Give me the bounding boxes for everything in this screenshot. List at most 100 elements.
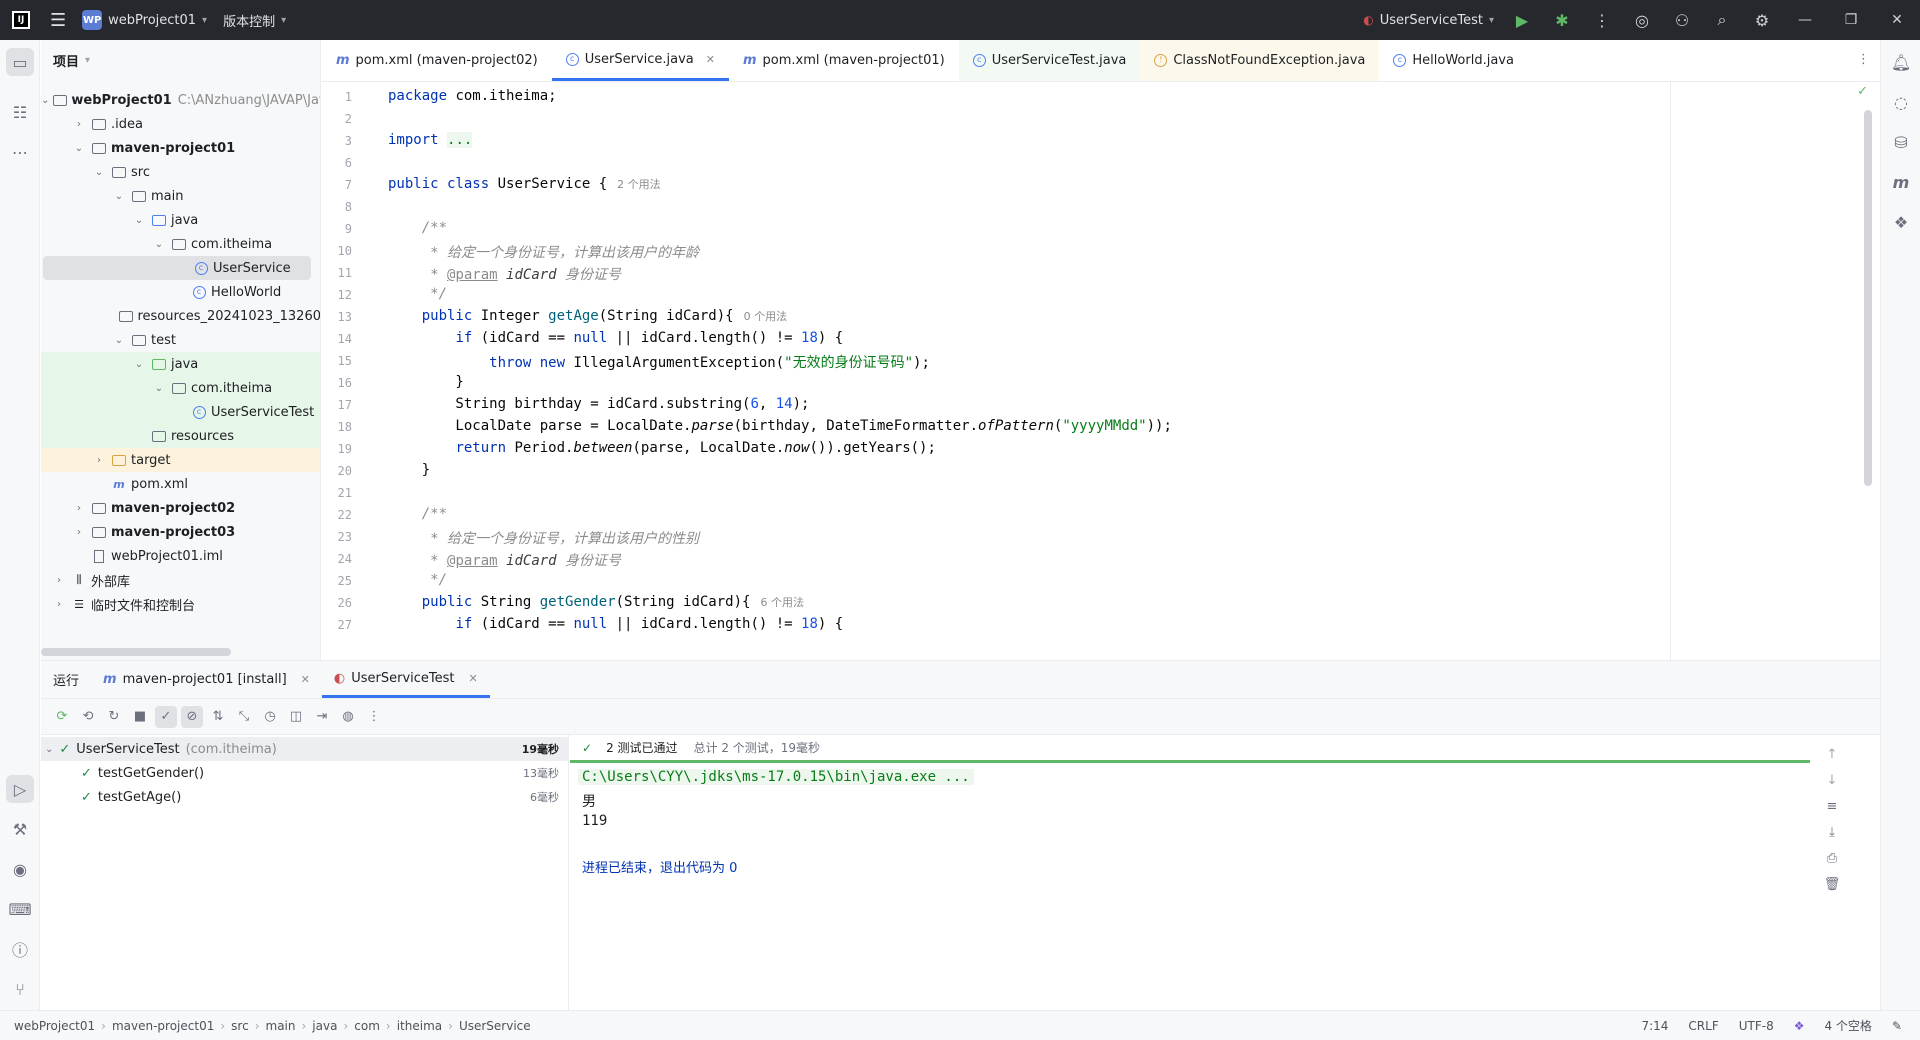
tree-item[interactable]: resources_20241023_13260 — [41, 304, 320, 328]
tree-item[interactable]: › maven-project03 — [41, 520, 320, 544]
terminal-icon[interactable]: ⌨ — [6, 895, 34, 923]
chevron-down-icon[interactable]: ⌄ — [71, 143, 87, 154]
scroll-up-icon[interactable]: ↑ — [1821, 743, 1843, 765]
close-tab-icon[interactable]: ✕ — [469, 672, 478, 685]
code-line[interactable]: if (idCard == null || idCard.length() !=… — [388, 616, 843, 632]
git-branch-icon[interactable]: ⑂ — [6, 975, 34, 1003]
close-icon[interactable]: ✕ — [1874, 0, 1920, 40]
soft-wrap-icon[interactable]: ≡ — [1821, 795, 1843, 817]
code-line[interactable]: String birthday = idCard.substring(6, 14… — [388, 396, 809, 412]
rerun-icon[interactable]: ⟳ — [51, 706, 73, 728]
toggle-auto-test-icon[interactable]: ↻ — [103, 706, 125, 728]
more-run-actions-icon[interactable]: ⋮ — [363, 706, 385, 728]
code-line[interactable]: } — [388, 462, 430, 478]
project-switcher[interactable]: WP webProject01 ▾ — [74, 6, 215, 34]
breadcrumb-item[interactable]: UserService — [453, 1019, 537, 1033]
export-icon[interactable]: ⇥ — [311, 706, 333, 728]
problems-icon[interactable]: ⓘ — [6, 935, 34, 963]
database-icon[interactable]: ⛁ — [1887, 128, 1915, 156]
test-result-row[interactable]: ✓ testGetAge() 6毫秒 — [41, 785, 569, 809]
breadcrumb-item[interactable]: main — [260, 1019, 302, 1033]
run-tab[interactable]: m maven-project01 [install] ✕ — [91, 661, 322, 698]
chevron-right-icon[interactable]: › — [51, 599, 67, 610]
scroll-to-end-icon[interactable]: ⤓ — [1821, 821, 1843, 843]
project-folder-icon[interactable]: ▭ — [6, 48, 34, 76]
usages-hint[interactable]: 0 个用法 — [744, 310, 788, 323]
tree-item[interactable]: m pom.xml — [41, 472, 320, 496]
ide-logo-icon[interactable]: IJ — [12, 11, 30, 29]
scroll-down-icon[interactable]: ↓ — [1821, 769, 1843, 791]
vcs-menu[interactable]: 版本控制 ▾ — [215, 6, 294, 34]
ai-chat-icon[interactable]: ◌ — [1887, 88, 1915, 116]
breadcrumb-item[interactable]: java — [306, 1019, 343, 1033]
tree-item[interactable]: › .idea — [41, 112, 320, 136]
code-editor[interactable]: ✓ 1 package com.itheima; 2 3 import ... 6 7 pub… — [322, 82, 1880, 660]
collapse-icon[interactable]: ⤡ — [233, 706, 255, 728]
code-line[interactable]: public Integer getAge(String idCard){0 个… — [388, 308, 787, 324]
plugin-status-icon[interactable]: ❖ — [1794, 1019, 1805, 1033]
tree-item[interactable]: ⌄ com.itheima — [41, 232, 320, 256]
code-line[interactable]: public String getGender(String idCard){6… — [388, 594, 804, 610]
editor-tab[interactable]: ! ClassNotFoundException.java — [1140, 40, 1380, 81]
chevron-down-icon[interactable]: ⌄ — [111, 335, 127, 346]
code-line[interactable]: * @param idCard 身份证号 — [388, 264, 621, 284]
code-line[interactable]: LocalDate parse = LocalDate.parse(birthd… — [388, 418, 1172, 434]
chevron-right-icon[interactable]: › — [91, 455, 107, 466]
code-line[interactable]: * 给定一个身份证号，计算出该用户的年龄 — [388, 242, 699, 262]
rerun-failed-icon[interactable]: ⟲ — [77, 706, 99, 728]
close-tab-icon[interactable]: ✕ — [301, 673, 310, 686]
stop-icon[interactable]: ■ — [129, 706, 151, 728]
file-encoding[interactable]: UTF-8 — [1739, 1019, 1774, 1033]
debug-icon[interactable]: ✱ — [1542, 0, 1582, 40]
search-icon[interactable]: ⌕ — [1702, 0, 1742, 40]
code-line[interactable]: * @param idCard 身份证号 — [388, 550, 621, 570]
chevron-down-icon[interactable]: ⌄ — [41, 95, 49, 106]
chevron-down-icon[interactable]: ⌄ — [111, 191, 127, 202]
tree-item[interactable]: ⌄ src — [41, 160, 320, 184]
ai-assistant-icon[interactable]: ◎ — [1622, 0, 1662, 40]
usages-hint[interactable]: 6 个用法 — [760, 596, 804, 609]
code-line[interactable]: import ... — [388, 132, 473, 148]
editor-scrollbar[interactable] — [1864, 110, 1872, 486]
chevron-down-icon[interactable]: ⌄ — [131, 215, 147, 226]
more-tools-icon[interactable]: ⋯ — [6, 138, 34, 166]
add-user-icon[interactable]: ⚇ — [1662, 0, 1702, 40]
code-line[interactable]: * 给定一个身份证号，计算出该用户的性别 — [388, 528, 699, 548]
breadcrumb-item[interactable]: maven-project01 — [106, 1019, 220, 1033]
history-icon[interactable]: ◷ — [259, 706, 281, 728]
screenshot-icon[interactable]: ◫ — [285, 706, 307, 728]
caret-position[interactable]: 7:14 — [1641, 1019, 1668, 1033]
more-actions-icon[interactable]: ⋮ — [1582, 0, 1622, 40]
inspection-ok-icon[interactable]: ✓ — [1857, 84, 1868, 99]
show-passed-icon[interactable]: ✓ — [155, 705, 177, 728]
tree-item[interactable]: › maven-project02 — [41, 496, 320, 520]
read-only-toggle-icon[interactable]: ✎ — [1892, 1019, 1902, 1033]
code-line[interactable]: } — [388, 374, 463, 390]
tree-item[interactable]: ⌄ main — [41, 184, 320, 208]
editor-tab[interactable]: m pom.xml (maven-project02) — [322, 40, 552, 81]
code-line[interactable]: if (idCard == null || idCard.length() !=… — [388, 330, 843, 346]
code-line[interactable]: package com.itheima; — [388, 88, 557, 104]
tree-item[interactable]: c UserServiceTest — [41, 400, 320, 424]
tree-item[interactable]: ⌄ maven-project01 — [41, 136, 320, 160]
breadcrumb-item[interactable]: itheima — [391, 1019, 448, 1033]
code-line[interactable]: */ — [388, 286, 447, 302]
close-tab-icon[interactable]: ✕ — [706, 53, 715, 66]
tree-item[interactable]: ⌄ webProject01 C:\ANzhuang\JAVAP\Jav — [41, 88, 320, 112]
sort-icon[interactable]: ⇅ — [207, 706, 229, 728]
tab-options-icon[interactable]: ⋮ — [1857, 52, 1870, 67]
breadcrumb-item[interactable]: src — [225, 1019, 255, 1033]
plugin-icon[interactable]: ❖ — [1887, 208, 1915, 236]
settings-gear-icon[interactable]: ⚙ — [1742, 0, 1782, 40]
chevron-down-icon[interactable]: ⌄ — [91, 167, 107, 178]
test-result-row[interactable]: ✓ testGetGender() 13毫秒 — [41, 761, 569, 785]
maven-icon[interactable]: m — [1887, 168, 1915, 196]
editor-tab[interactable]: c UserService.java ✕ — [551, 40, 729, 81]
chevron-right-icon[interactable]: › — [71, 527, 87, 538]
tree-item[interactable]: c HelloWorld — [41, 280, 320, 304]
services-icon[interactable]: ◉ — [6, 855, 34, 883]
tree-item[interactable]: ⌄ test — [41, 328, 320, 352]
chevron-right-icon[interactable]: › — [71, 119, 87, 130]
minimize-icon[interactable]: — — [1782, 0, 1828, 40]
coverage-icon[interactable]: ◍ — [337, 706, 359, 728]
